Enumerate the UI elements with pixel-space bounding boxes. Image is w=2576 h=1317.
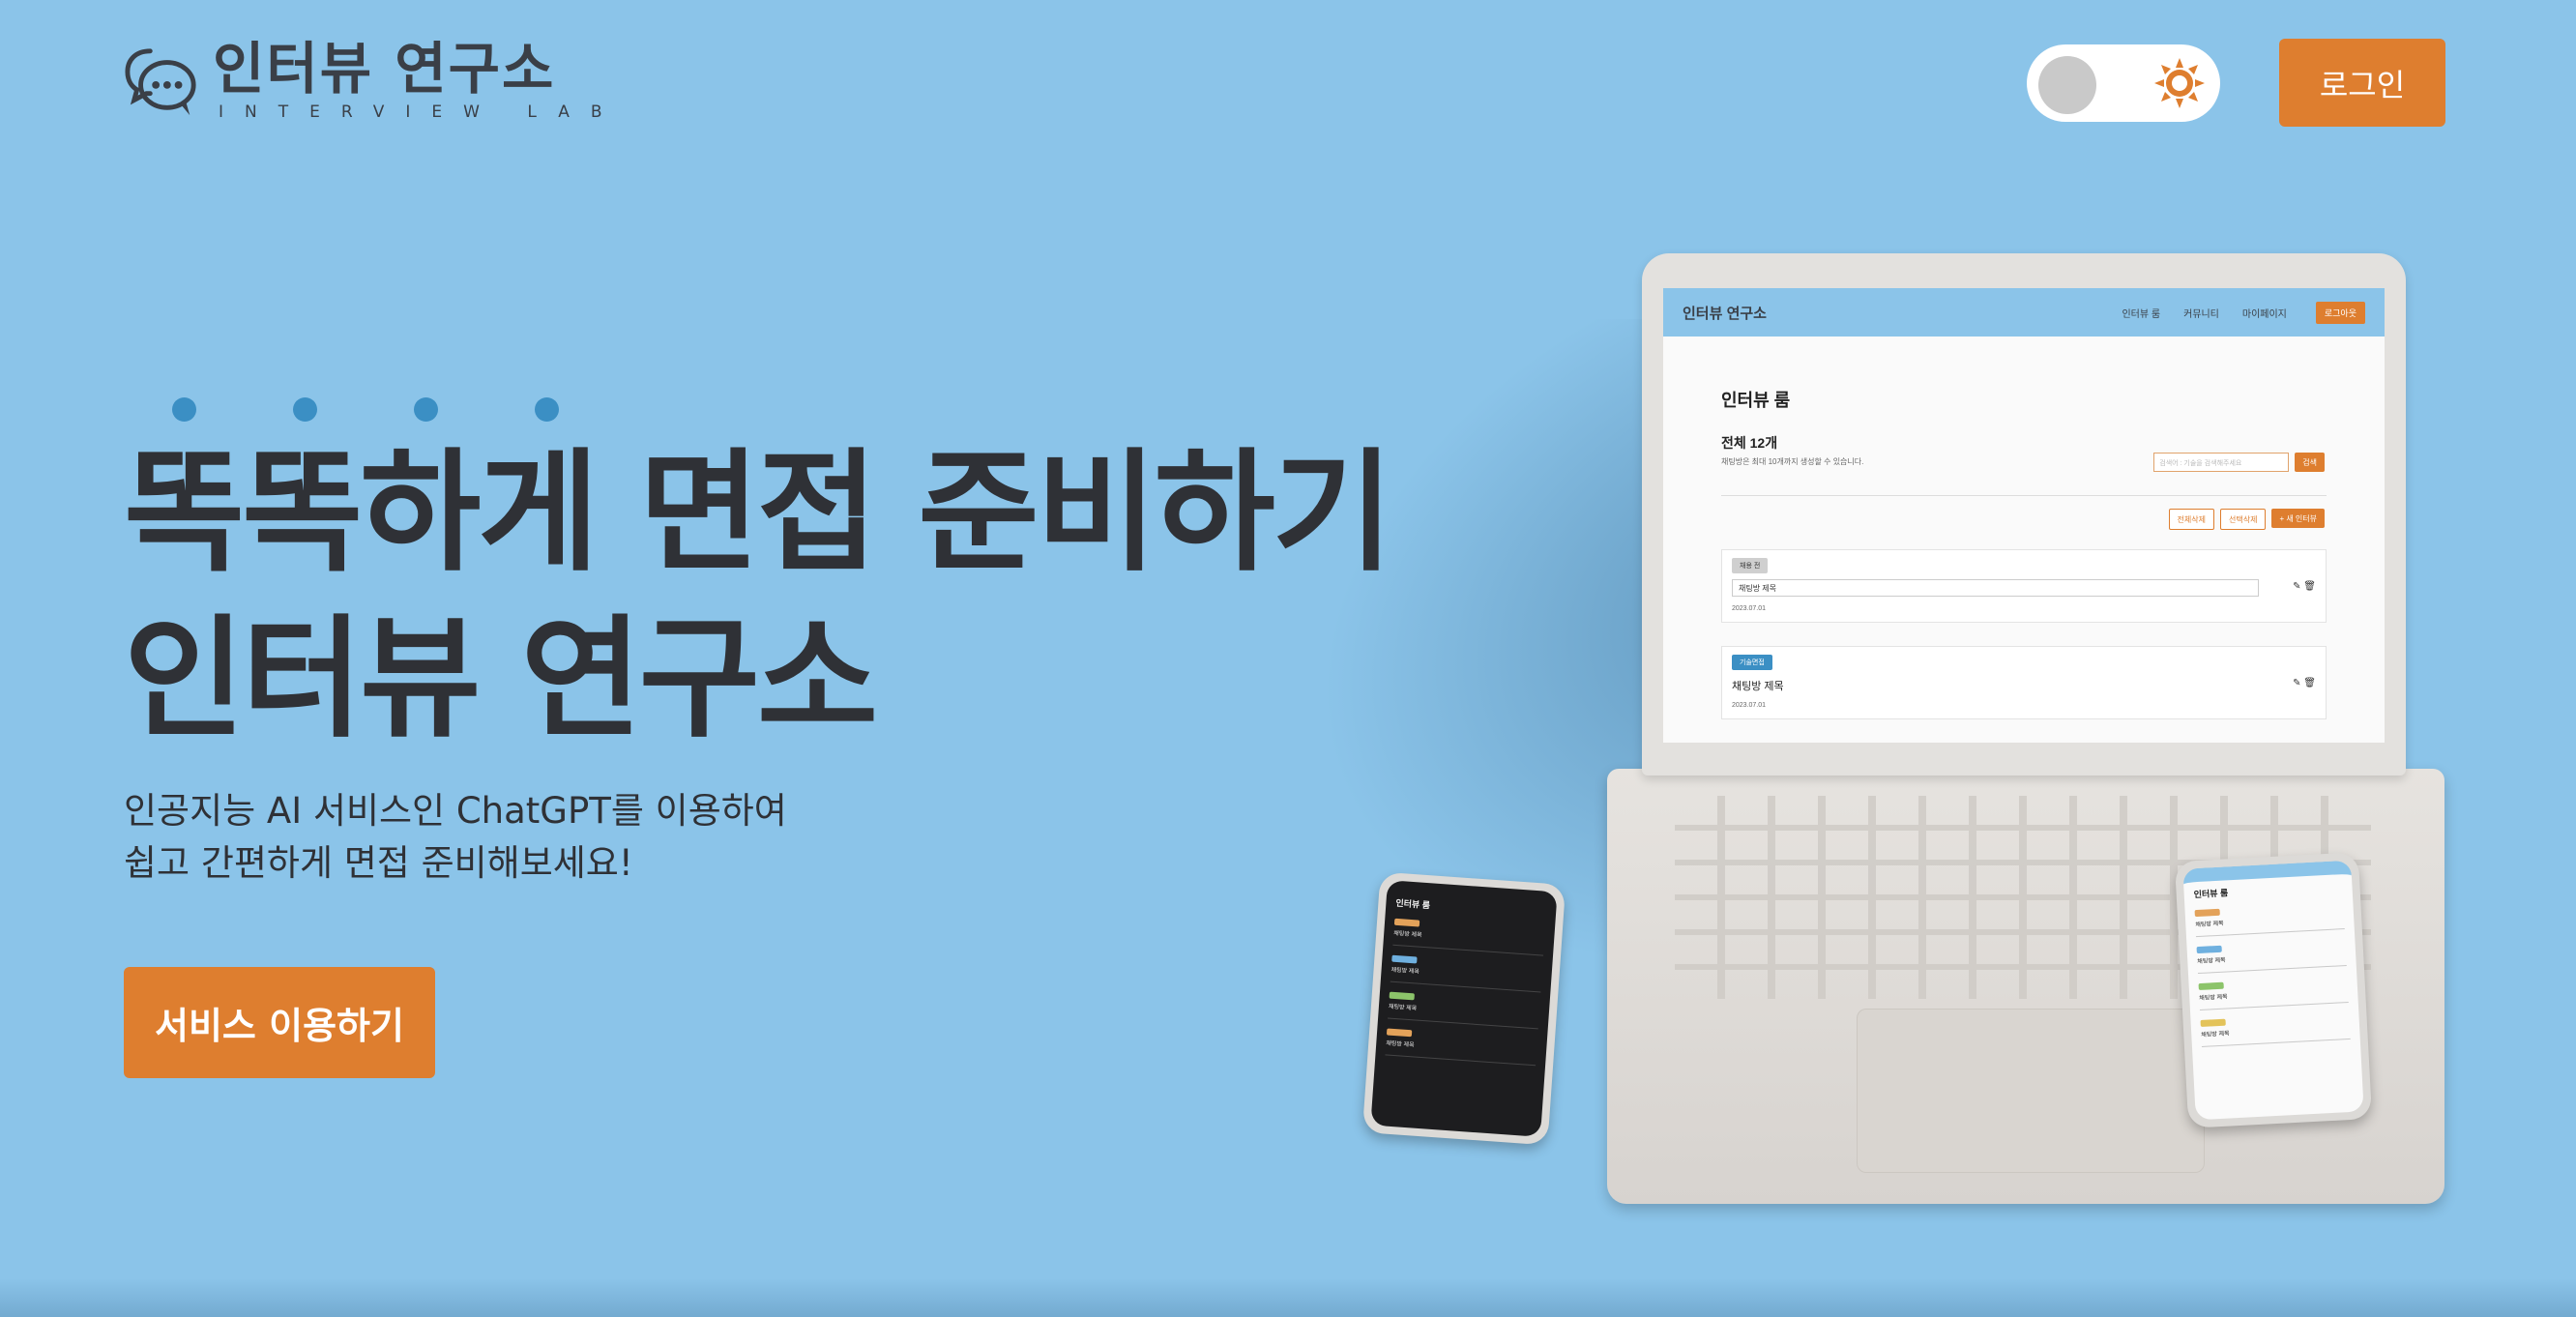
mockup-card-icons: ✎ 🗑 [2293, 581, 2316, 592]
mockup-search-button: 검색 [2295, 453, 2325, 472]
laptop-mockup: 인터뷰 연구소 인터뷰 룸 커뮤니티 마이페이지 로그아웃 인터뷰 룸 전체 1… [1642, 253, 2406, 776]
phone-item-title: 채팅방 제목 [1393, 930, 1422, 939]
decorative-dots [172, 397, 559, 422]
dot [293, 397, 317, 422]
laptop-screen: 인터뷰 연구소 인터뷰 룸 커뮤니티 마이페이지 로그아웃 인터뷰 룸 전체 1… [1663, 288, 2385, 743]
mockup-logout-button: 로그아웃 [2315, 301, 2365, 324]
logo-title: 인터뷰 연구소 [213, 36, 556, 102]
theme-toggle[interactable] [2027, 44, 2220, 122]
bottom-shade [0, 1278, 2576, 1317]
phone-item-title: 채팅방 제목 [2199, 994, 2228, 1003]
mockup-search: 검색어 : 기술을 검색해주세요 검색 [2153, 453, 2325, 472]
start-service-button[interactable]: 서비스 이용하기 [124, 967, 435, 1078]
phone-tag [2198, 981, 2224, 991]
phone-item-title: 채팅방 제목 [2195, 921, 2224, 929]
phone-tag [2200, 1018, 2226, 1027]
phone-item-title: 채팅방 제목 [1388, 1004, 1418, 1012]
dot [414, 397, 438, 422]
trash-icon: 🗑 [2303, 678, 2316, 688]
mockup-new-interview-button: + 새 인터뷰 [2271, 509, 2325, 528]
phone-screen-dark: 인터뷰 룸 채팅방 제목 채팅방 제목 채팅방 제목 채팅방 제목 [1370, 880, 1558, 1137]
phone-list-item: 채팅방 제목 [1388, 989, 1540, 1030]
mockup-chat-card: 기술면접 채팅방 제목 ✎ 🗑 2023.07.01 [1721, 646, 2327, 719]
phone-list-item: 채팅방 제목 [1385, 1026, 1538, 1067]
mockup-count: 전체 12개 [1721, 435, 1778, 451]
dot [172, 397, 196, 422]
chat-bubbles-icon [125, 48, 196, 116]
hero-desc-line1: 인공지능 AI 서비스인 ChatGPT를 이용하여 [124, 790, 787, 832]
mockup-nav-item: 커뮤니티 [2183, 308, 2219, 320]
mockup-card-title: 채팅방 제목 [1732, 681, 1784, 692]
mockup-card-icons: ✎ 🗑 [2293, 678, 2316, 688]
phone-room-title: 인터뷰 룸 [1395, 897, 1431, 911]
phone-item-title: 채팅방 제목 [1390, 967, 1420, 976]
phone-mockup-light: 인터뷰 룸 채팅방 제목 채팅방 제목 채팅방 제목 채팅방 제목 [2174, 852, 2373, 1128]
mockup-delete-selected-button: 선택삭제 [2219, 509, 2267, 530]
edit-icon: ✎ [2293, 581, 2301, 592]
logo-subtitle: INTERVIEW LAB [219, 102, 624, 122]
dot [535, 397, 559, 422]
phone-mockup-dark: 인터뷰 룸 채팅방 제목 채팅방 제목 채팅방 제목 채팅방 제목 [1361, 871, 1566, 1146]
trash-icon: 🗑 [2303, 581, 2316, 592]
phone-tag [1389, 991, 1415, 1001]
phone-tag [1391, 954, 1418, 964]
login-button[interactable]: 로그인 [2279, 39, 2445, 127]
phone-list-item: 채팅방 제목 [2200, 1010, 2351, 1047]
mockup-card-title-input: 채팅방 제목 [1732, 579, 2259, 597]
mockup-nav-item: 인터뷰 룸 [2122, 308, 2161, 320]
phone-list-item: 채팅방 제목 [2196, 937, 2347, 975]
phone-item-title: 채팅방 제목 [2197, 957, 2226, 966]
phone-list-item: 채팅방 제목 [1390, 952, 1543, 993]
hero-title: 똑똑하게 면접 준비하기 인터뷰 연구소 [124, 430, 1393, 763]
phone-tag [2196, 945, 2222, 954]
phone-tag [1386, 1028, 1413, 1038]
logo[interactable]: 인터뷰 연구소 INTERVIEW LAB [124, 41, 624, 122]
mockup-nav-item: 마이페이지 [2241, 308, 2287, 320]
mockup-actions: 전체삭제 선택삭제 + 새 인터뷰 [2168, 509, 2325, 530]
hero-title-line1: 똑똑하게 면접 준비하기 [124, 437, 1393, 590]
phone-item-title: 채팅방 제목 [2201, 1031, 2230, 1039]
mockup-card-tag: 채용 전 [1732, 558, 1769, 573]
phone-list-item: 채팅방 제목 [2194, 900, 2345, 938]
edit-icon: ✎ [2293, 678, 2301, 688]
mockup-room-title: 인터뷰 룸 [1721, 391, 1791, 410]
hero-title-line2: 인터뷰 연구소 [124, 603, 878, 756]
phone-room-title: 인터뷰 룸 [2193, 888, 2229, 900]
mockup-card-date: 2023.07.01 [1732, 605, 1767, 612]
mockup-delete-all-button: 전체삭제 [2168, 509, 2214, 530]
mockup-logo: 인터뷰 연구소 [1683, 305, 1767, 322]
laptop-trackpad [1857, 1009, 2205, 1173]
phone-list-item: 채팅방 제목 [1392, 916, 1546, 956]
phone-tag [1393, 918, 1420, 927]
toggle-knob[interactable] [2038, 56, 2096, 114]
mockup-divider [1721, 495, 2327, 496]
mockup-card-tag: 기술면접 [1732, 655, 1772, 670]
mockup-search-input: 검색어 : 기술을 검색해주세요 [2153, 453, 2290, 472]
phone-screen-light: 인터뷰 룸 채팅방 제목 채팅방 제목 채팅방 제목 채팅방 제목 [2182, 860, 2364, 1121]
phone-item-title: 채팅방 제목 [1386, 1040, 1415, 1049]
phone-tag [2194, 908, 2220, 918]
mockup-card-date: 2023.07.01 [1732, 702, 1767, 709]
hero-description: 인공지능 AI 서비스인 ChatGPT를 이용하여 쉽고 간편하게 면접 준비… [124, 785, 787, 890]
mockup-chat-card: 채용 전 채팅방 제목 ✎ 🗑 2023.07.01 [1721, 549, 2327, 623]
hero-desc-line2: 쉽고 간편하게 면접 준비해보세요! [124, 842, 633, 884]
phone-list-item: 채팅방 제목 [2198, 973, 2349, 1011]
sun-icon [2154, 58, 2205, 108]
mockup-nav: 인터뷰 연구소 인터뷰 룸 커뮤니티 마이페이지 로그아웃 [1663, 288, 2385, 337]
